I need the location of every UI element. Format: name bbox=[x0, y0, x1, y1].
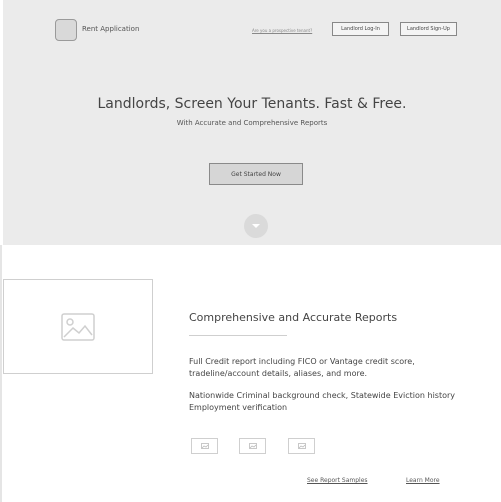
landlord-signup-button[interactable]: Landlord Sign-Up bbox=[400, 22, 457, 36]
title-underline bbox=[189, 335, 287, 336]
page: Rent Application Are you a prospective t… bbox=[0, 0, 501, 502]
image-placeholder-icon bbox=[61, 312, 95, 341]
feature-image bbox=[3, 279, 153, 374]
hero-subheadline: With Accurate and Comprehensive Reports bbox=[176, 119, 328, 127]
brand-name[interactable]: Rent Application bbox=[82, 25, 139, 33]
tenant-link[interactable]: Are you a prospective tenant? bbox=[252, 28, 312, 33]
landlord-login-button[interactable]: Landlord Log-In bbox=[332, 22, 389, 36]
see-report-samples-link[interactable]: See Report Samples bbox=[307, 477, 368, 484]
image-thumb-icon bbox=[248, 443, 257, 449]
section-title: Comprehensive and Accurate Reports bbox=[189, 311, 398, 324]
feature-credit-text: Full Credit report including FICO or Van… bbox=[189, 357, 415, 378]
get-started-button[interactable]: Get Started Now bbox=[209, 163, 303, 185]
feature-background-text: Nationwide Criminal background check, St… bbox=[189, 391, 456, 412]
image-thumb-icon bbox=[200, 443, 209, 449]
chevron-down-icon bbox=[252, 224, 260, 228]
thumbnail-1[interactable] bbox=[191, 438, 218, 454]
scroll-down-button[interactable] bbox=[244, 214, 268, 238]
left-divider bbox=[0, 245, 2, 502]
learn-more-link[interactable]: Learn More bbox=[406, 477, 440, 484]
thumbnail-3[interactable] bbox=[288, 438, 315, 454]
thumbnail-2[interactable] bbox=[239, 438, 266, 454]
hero-headline: Landlords, Screen Your Tenants. Fast & F… bbox=[97, 96, 407, 112]
hero-section: Rent Application Are you a prospective t… bbox=[3, 0, 501, 245]
logo-icon[interactable] bbox=[55, 19, 77, 41]
image-thumb-icon bbox=[297, 443, 306, 449]
